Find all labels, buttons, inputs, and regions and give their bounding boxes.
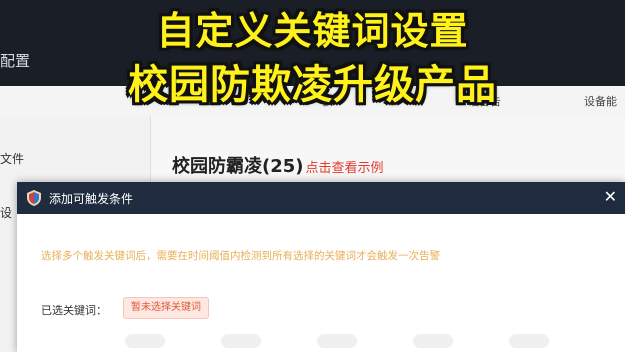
add-trigger-dialog: 添加可触发条件 ✕ 选择多个触发关键词后，需要在时间阈值内检测到所有选择的关键词… <box>17 182 625 352</box>
keyword-option[interactable] <box>125 334 165 348</box>
keyword-option[interactable] <box>413 334 453 348</box>
example-link[interactable]: 点击查看示例 <box>306 161 384 176</box>
selected-keywords-tag: 暂未选择关键词 <box>123 297 209 319</box>
selected-keywords-label: 已选关键词： <box>41 304 107 317</box>
sidebar-item[interactable]: 文件 <box>0 150 24 167</box>
section-title: 校园防霸凌(25) <box>172 156 304 177</box>
close-icon[interactable]: ✕ <box>604 188 617 206</box>
dialog-notice: 选择多个触发关键词后，需要在时间阈值内检测到所有选择的关键词才会触发一次告警 <box>41 250 440 262</box>
caption-line-2: 校园防欺凌升级产品 <box>128 62 497 108</box>
keyword-option[interactable] <box>509 334 549 348</box>
sidebar-item[interactable]: 设 <box>0 204 12 221</box>
dialog-title-bar: 添加可触发条件 ✕ <box>17 182 625 214</box>
section-header: 校园防霸凌(25) 点击查看示例 <box>172 152 384 178</box>
keyword-option[interactable] <box>221 334 261 348</box>
keyword-option[interactable] <box>317 334 357 348</box>
shield-icon <box>27 190 41 206</box>
caption-line-1: 自定义关键词设置 <box>156 9 469 53</box>
dialog-title: 添加可触发条件 <box>49 192 134 206</box>
